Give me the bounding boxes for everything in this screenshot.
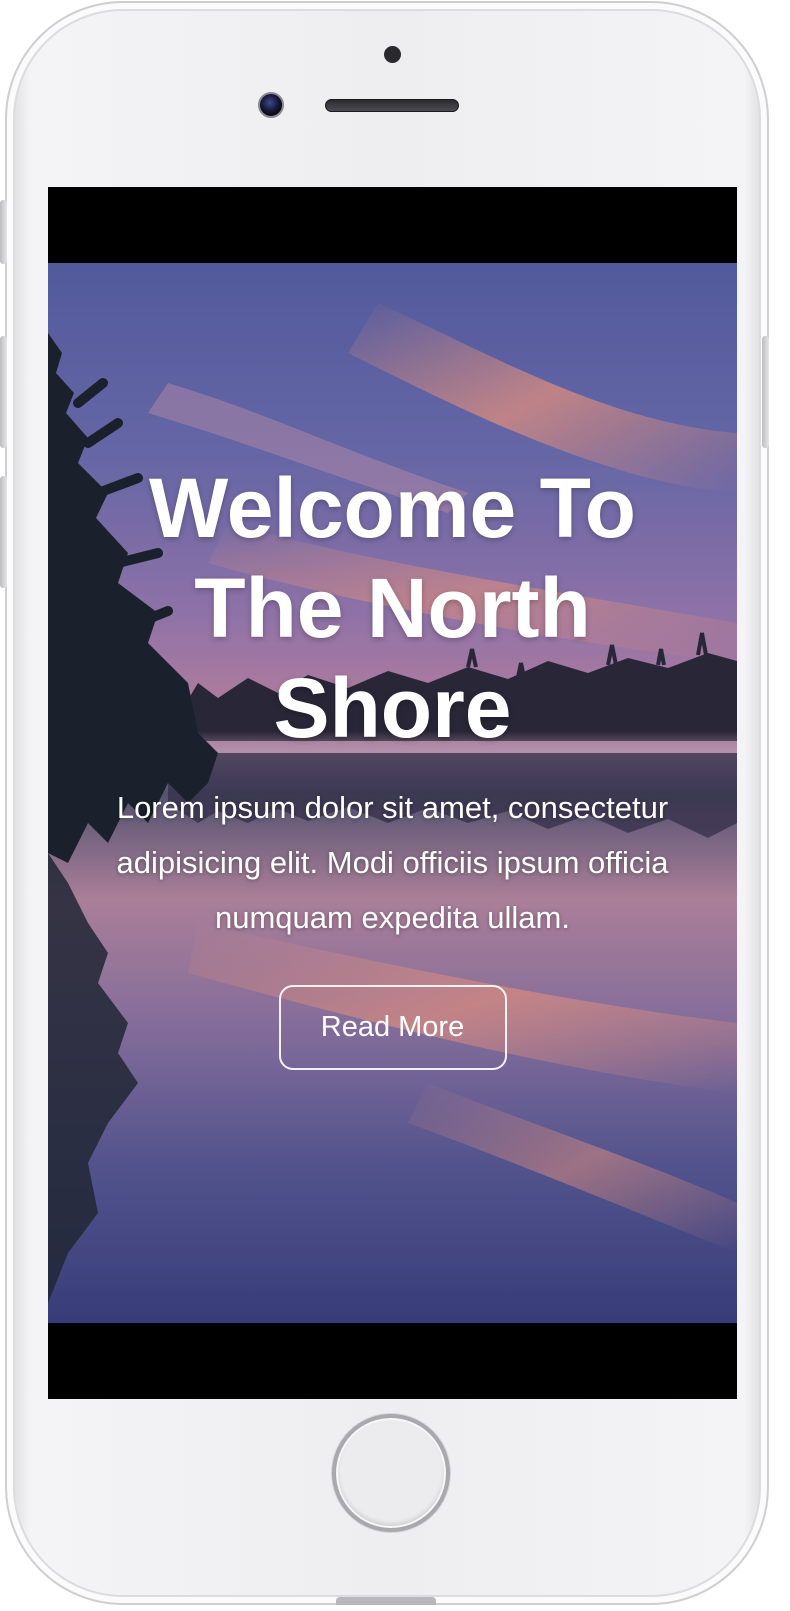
mute-switch[interactable] xyxy=(0,200,7,264)
hero-description: Lorem ipsum dolor sit amet, consectetur … xyxy=(116,790,669,935)
power-button[interactable] xyxy=(762,336,769,448)
front-camera-icon xyxy=(258,92,284,118)
phone-screen: Welcome To The North Shore Lorem ipsum d… xyxy=(48,187,737,1399)
home-button-icon[interactable] xyxy=(332,1414,450,1532)
hero-content: Welcome To The North Shore Lorem ipsum d… xyxy=(48,458,737,1070)
proximity-sensor xyxy=(384,46,401,63)
hero-title: Welcome To The North Shore xyxy=(149,461,636,755)
read-more-button[interactable]: Read More xyxy=(278,985,507,1070)
hero-section: Welcome To The North Shore Lorem ipsum d… xyxy=(48,263,737,1323)
volume-down-button[interactable] xyxy=(0,476,7,588)
phone-frame: Welcome To The North Shore Lorem ipsum d… xyxy=(5,1,769,1605)
bottom-edge-detail xyxy=(336,1597,436,1605)
volume-up-button[interactable] xyxy=(0,336,7,448)
earpiece-speaker-icon xyxy=(325,99,459,112)
